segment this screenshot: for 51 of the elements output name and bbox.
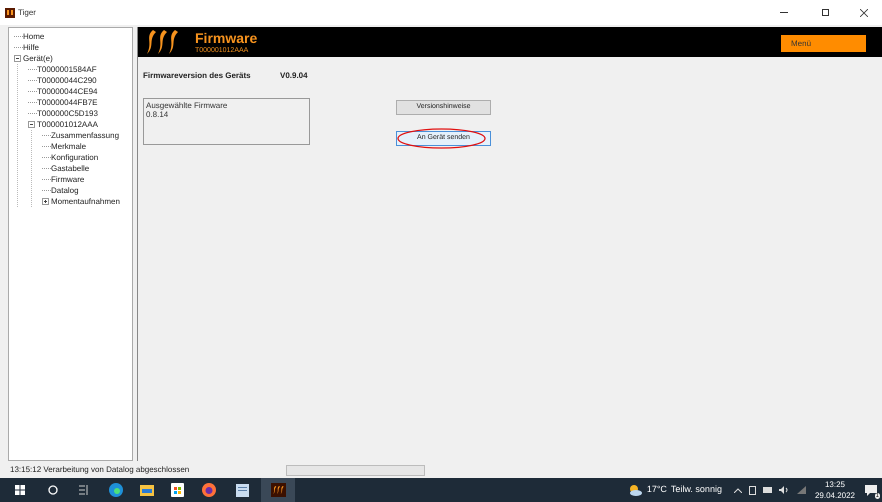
collapse-icon[interactable] <box>28 121 35 128</box>
tree-item[interactable]: T0000001584AF <box>37 66 97 74</box>
windows-start-icon[interactable] <box>15 485 25 495</box>
app-icon <box>5 8 15 18</box>
tree-item[interactable]: Merkmale <box>51 142 86 150</box>
store-icon[interactable] <box>171 483 184 497</box>
field-label: Ausgewählte Firmware <box>146 101 228 110</box>
notification-icon[interactable] <box>865 484 877 496</box>
firefox-icon[interactable] <box>202 483 216 497</box>
weather-temperature[interactable]: 17°C <box>646 483 667 497</box>
tree-item[interactable]: Zusammenfassung <box>51 132 120 140</box>
active-app-tab[interactable] <box>261 478 295 502</box>
version-value: V0.9.04 <box>280 70 308 82</box>
field-label: Firmwareversion des Geräts <box>143 70 252 82</box>
expand-icon[interactable] <box>42 198 49 205</box>
status-message: 13:15:12 Verarbeitung von Datalog abgeschlossen <box>10 464 190 476</box>
document-icon[interactable] <box>236 484 249 496</box>
tree-item[interactable]: Firmware <box>51 176 84 184</box>
tree-item[interactable]: Hilfe <box>23 44 40 52</box>
speaker-icon[interactable] <box>778 486 789 494</box>
tree-item[interactable]: T00000044CE94 <box>37 88 98 96</box>
page-title: Firmware <box>195 30 258 44</box>
clock-date[interactable]: 29.04.2022 <box>814 492 855 500</box>
browser-icon[interactable] <box>109 483 123 497</box>
tree-item[interactable]: T00000044FB7E <box>37 98 98 106</box>
maximize-icon[interactable] <box>822 9 829 16</box>
clock-time[interactable]: 13:25 <box>824 480 845 488</box>
weather-icon[interactable] <box>628 484 642 496</box>
tray-icon[interactable] <box>748 486 756 494</box>
tree-item[interactable]: Home <box>23 32 44 40</box>
tree-item[interactable]: Momentaufnahmen <box>51 198 120 206</box>
tree-item[interactable]: Gerät(e) <box>23 54 53 62</box>
window-title: Tiger <box>18 6 36 18</box>
battery-icon[interactable] <box>762 487 773 493</box>
tree-item[interactable]: T000000C5D193 <box>37 110 98 118</box>
folder-icon[interactable] <box>140 484 154 496</box>
tree-item[interactable]: T00000044C290 <box>37 76 97 84</box>
network-icon[interactable] <box>796 486 806 494</box>
task-view-icon[interactable] <box>79 485 89 495</box>
chevron-up-icon[interactable] <box>734 488 742 492</box>
weather-condition[interactable]: Teilw. sonnig <box>670 483 722 497</box>
firmware-value: 0.8.14 <box>146 110 170 119</box>
tree-item[interactable]: Datalog <box>51 186 79 194</box>
tree-item[interactable]: T000001012AAA <box>37 120 98 128</box>
tree-item[interactable]: Gastabelle <box>51 164 90 172</box>
flames-logo-icon <box>272 485 284 495</box>
search-icon[interactable] <box>48 485 58 495</box>
collapse-icon[interactable] <box>14 55 21 62</box>
tree-item[interactable]: Konfiguration <box>51 154 98 162</box>
menu-button[interactable]: Menü <box>781 35 866 52</box>
close-icon[interactable] <box>860 8 868 16</box>
